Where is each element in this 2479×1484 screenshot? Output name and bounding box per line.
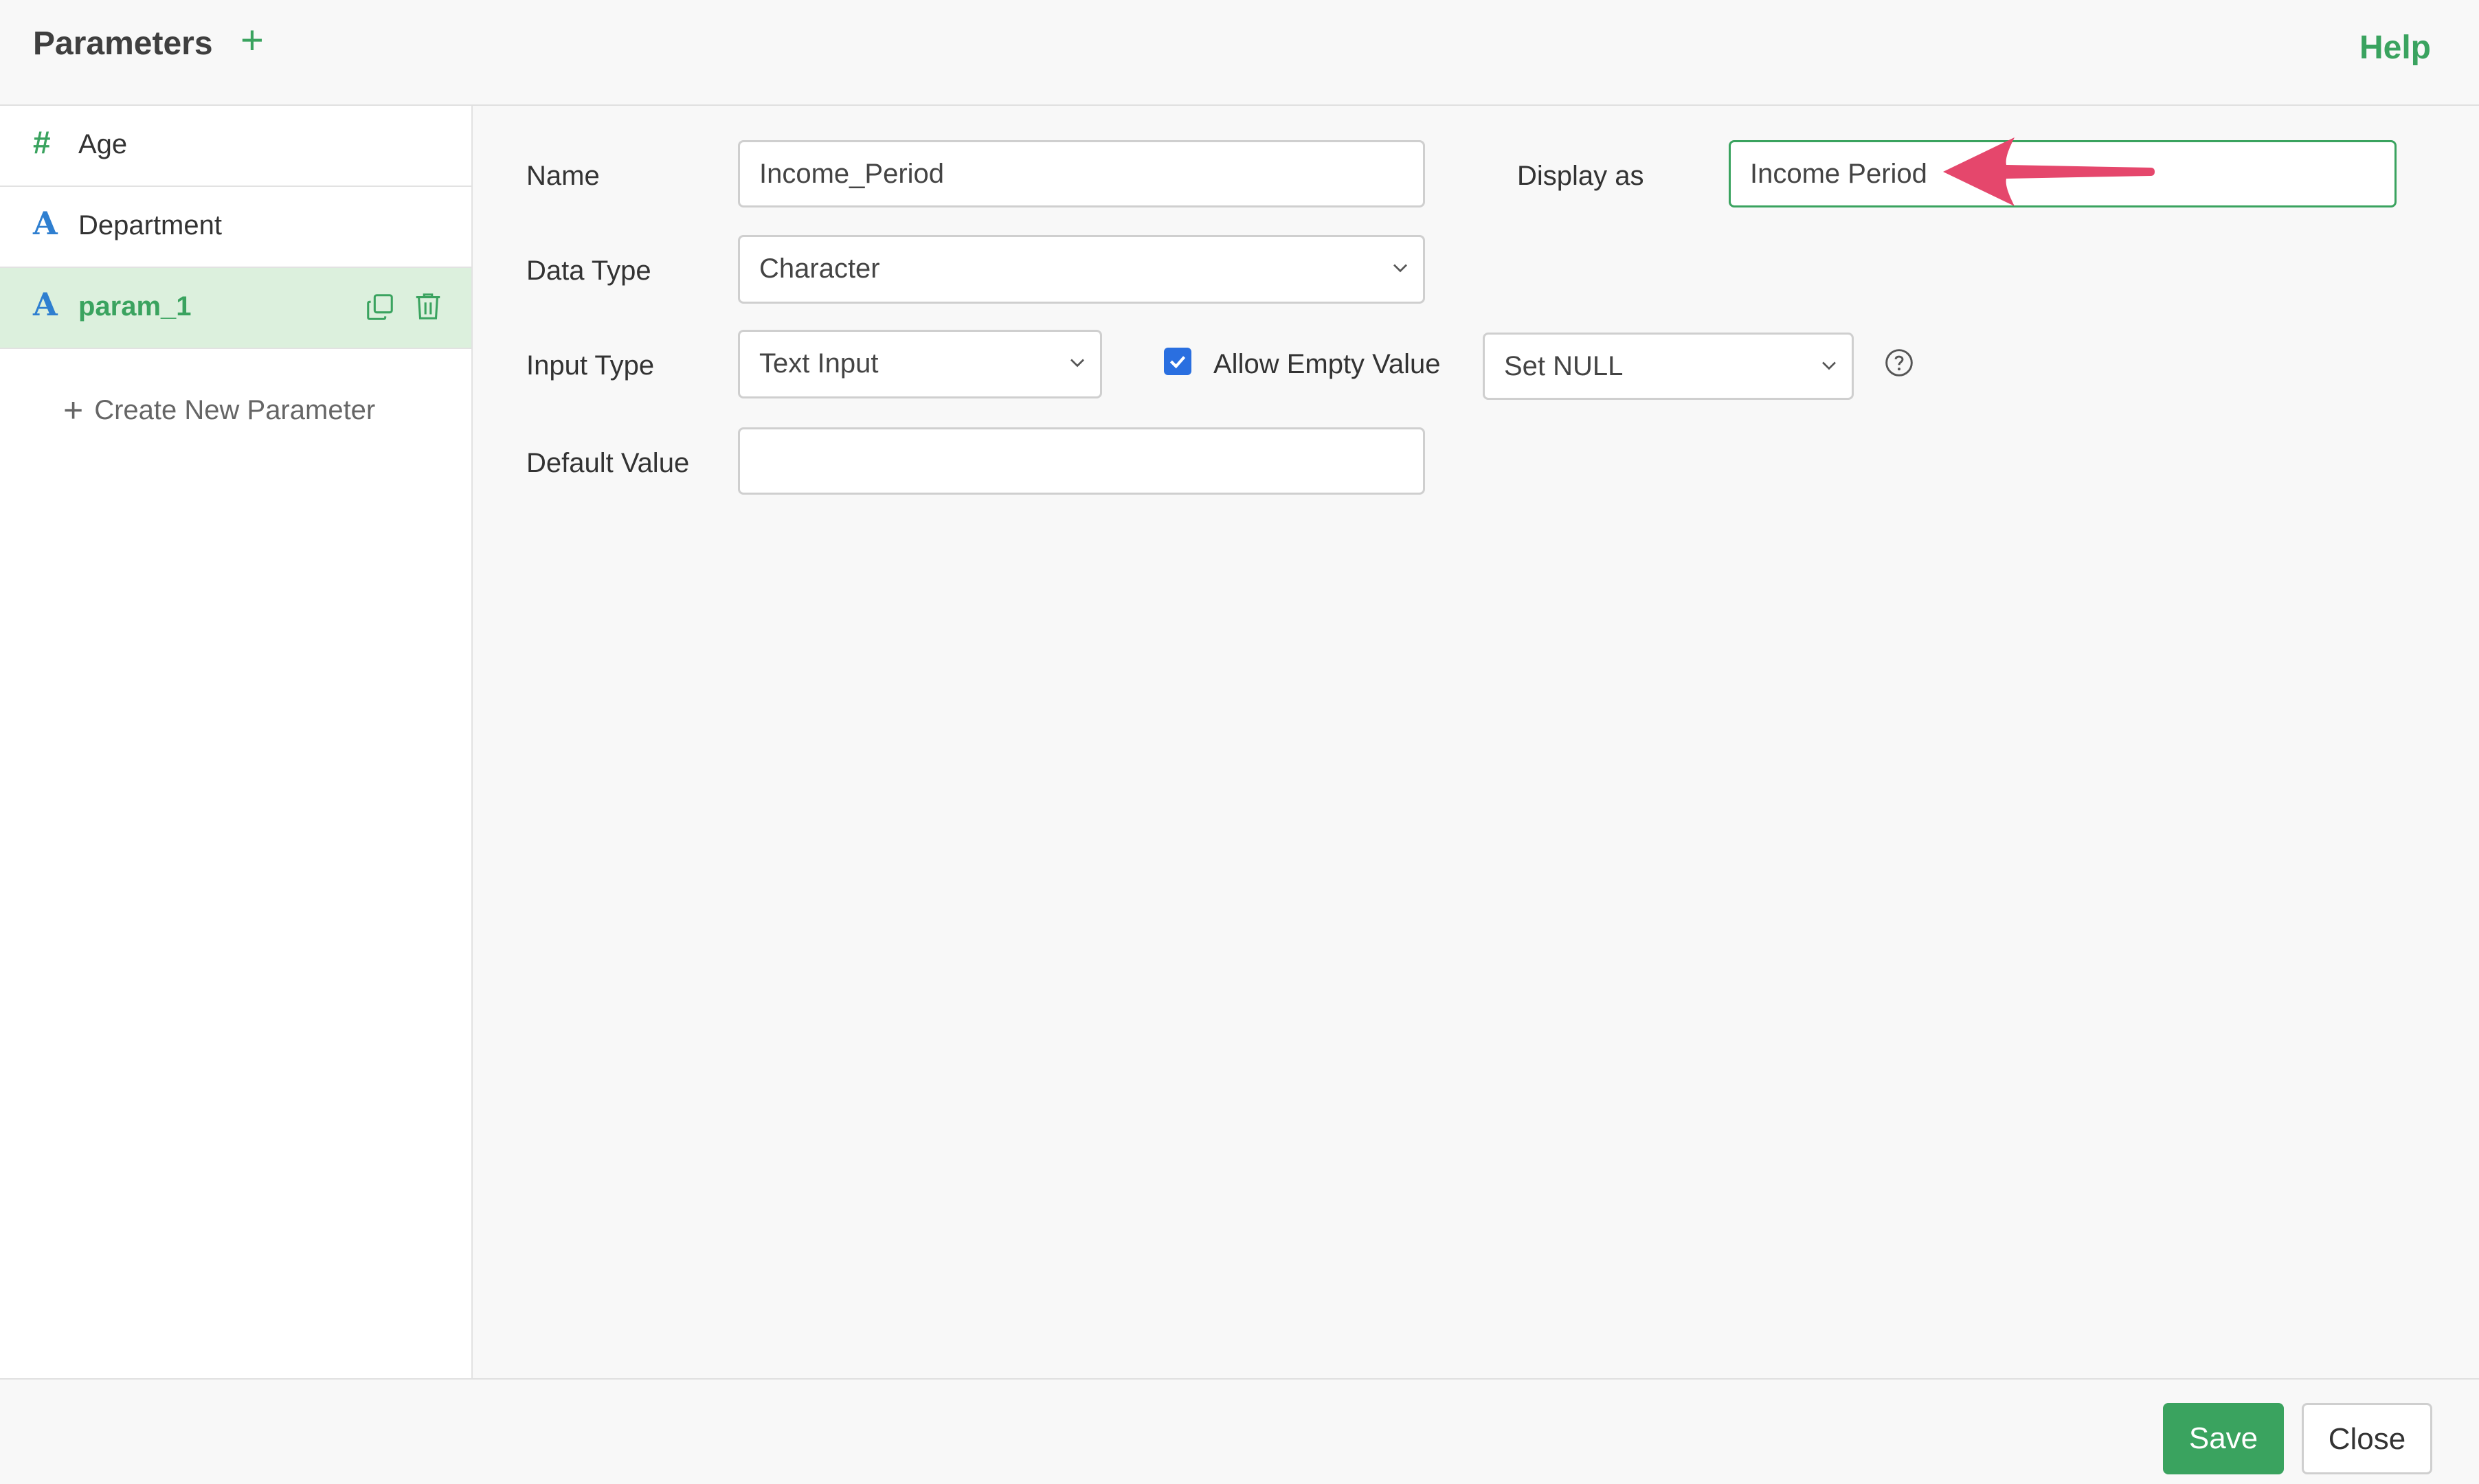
dialog-title: Parameters	[33, 25, 213, 62]
add-parameter-plus-icon[interactable]: +	[240, 21, 264, 60]
empty-value-behavior-value: Set NULL	[1504, 351, 1624, 381]
create-new-parameter-button[interactable]: + Create New Parameter	[63, 390, 375, 430]
character-type-icon: A	[33, 205, 58, 242]
name-label: Name	[526, 161, 600, 191]
empty-value-behavior-select[interactable]: Set NULL	[1483, 333, 1854, 400]
question-circle-icon[interactable]	[1884, 348, 1914, 378]
sidebar-item-age[interactable]: # Age	[0, 106, 471, 187]
sidebar-item-label: Department	[78, 210, 222, 240]
name-input[interactable]	[738, 140, 1425, 207]
sidebar-item-department[interactable]: A Department	[0, 187, 471, 268]
display-as-label: Display as	[1517, 161, 1644, 191]
input-type-label: Input Type	[526, 350, 655, 381]
sidebar-item-label: Age	[78, 129, 128, 159]
help-link[interactable]: Help	[2359, 29, 2431, 67]
number-type-icon: #	[33, 124, 51, 160]
plus-icon: +	[63, 391, 84, 429]
dialog-header: Parameters + Help	[0, 0, 2479, 106]
data-type-select[interactable]: Character	[738, 235, 1425, 304]
allow-empty-label[interactable]: Allow Empty Value	[1213, 349, 1441, 380]
dialog-footer: Save Close	[0, 1378, 2479, 1484]
annotation-arrow	[1943, 137, 2155, 206]
default-value-input[interactable]	[738, 427, 1425, 495]
create-new-label: Create New Parameter	[94, 395, 376, 425]
input-type-value: Text Input	[759, 348, 879, 379]
data-type-label: Data Type	[526, 256, 651, 286]
chevron-down-icon	[1070, 359, 1084, 368]
allow-empty-checkbox[interactable]	[1164, 348, 1191, 375]
sidebar-item-param-1[interactable]: A param_1	[0, 268, 471, 349]
character-type-icon: A	[33, 286, 58, 323]
sidebar-item-label: param_1	[78, 291, 192, 322]
checkmark-icon	[1169, 356, 1186, 369]
chevron-down-icon	[1393, 264, 1407, 273]
duplicate-icon[interactable]	[364, 291, 396, 323]
data-type-value: Character	[759, 254, 880, 284]
parameter-list-sidebar: # Age A Department A param_1 + Create New…	[0, 106, 473, 1378]
trash-icon[interactable]	[412, 290, 444, 323]
chevron-down-icon	[1822, 361, 1836, 370]
save-button[interactable]: Save	[2163, 1403, 2284, 1474]
default-value-label: Default Value	[526, 448, 690, 478]
input-type-select[interactable]: Text Input	[738, 330, 1102, 398]
close-button[interactable]: Close	[2302, 1403, 2432, 1474]
